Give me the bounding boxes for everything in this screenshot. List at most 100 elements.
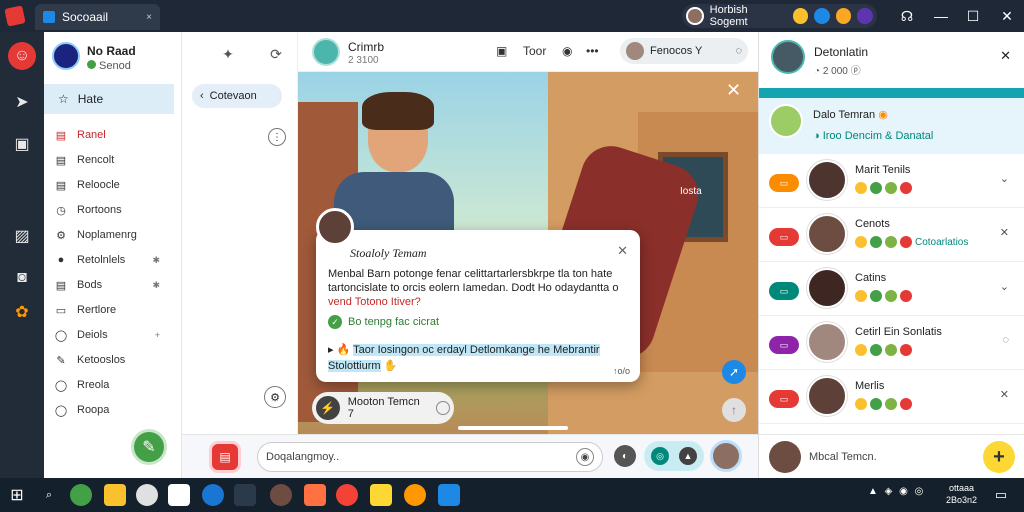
profile-name: No Raad — [87, 44, 136, 58]
contact-action-icon[interactable]: ⌄ — [1000, 172, 1009, 185]
status-dot-icon — [855, 290, 867, 302]
sidebar-item[interactable]: ▤ Reloocle — [54, 175, 172, 195]
app8-icon[interactable] — [404, 484, 426, 506]
sidebar-item[interactable]: ◷ Rortoons — [54, 200, 172, 220]
sidebar-item[interactable]: ▤ Bods ✱ — [54, 275, 172, 295]
panel-input-label[interactable]: Mbcal Temcn. — [809, 451, 877, 463]
card-more[interactable]: ↑o/o — [613, 366, 630, 376]
panel-selected-contact[interactable]: Dalo Temran ◉ ◑ Iroo Dencim & Danatal — [759, 98, 1024, 154]
app9-icon[interactable] — [438, 484, 460, 506]
maximize-button[interactable]: ☐ — [962, 6, 984, 26]
sidebar-item[interactable]: ◯ Roopa — [54, 400, 172, 420]
panel-avatar[interactable] — [771, 40, 805, 74]
contact-action-icon[interactable]: ⌄ — [1000, 280, 1009, 293]
add-button[interactable]: + — [983, 441, 1015, 473]
contact-row[interactable]: ▭ Marit Tenils ⌄ — [759, 154, 1024, 208]
sidebar-item-trail[interactable]: ✱ — [152, 255, 160, 266]
sidebar-item-trail[interactable]: ✱ — [152, 280, 160, 291]
sidebar-item-trail[interactable]: + — [155, 330, 160, 340]
video-progress-strip[interactable] — [458, 426, 568, 430]
bell-icon[interactable]: ▲ — [679, 447, 697, 465]
contact-row[interactable]: ▭ Merlis ✕ — [759, 370, 1024, 424]
send-rail-icon[interactable]: ➤ — [8, 88, 36, 116]
chart-rail-icon[interactable]: ▨ — [8, 222, 36, 250]
sidebar-item-selected[interactable]: ☆ Hate — [44, 84, 174, 114]
browser-tab[interactable]: Socoaail × — [35, 4, 160, 30]
pin-icon[interactable]: ◉ — [562, 44, 572, 58]
clock-date: 2Bo3n2 — [946, 495, 978, 505]
sidebar-item[interactable]: ⚙ Noplamenrg — [54, 225, 172, 245]
reply-chip[interactable]: ⚡ Mooton Temcn 7 — [312, 392, 454, 424]
emoji-icon[interactable]: ◉ — [576, 448, 594, 466]
headset-icon[interactable]: ☊ — [896, 6, 918, 26]
sidebar-item[interactable]: ✎ Ketooslos — [54, 350, 172, 370]
app7-icon[interactable] — [370, 484, 392, 506]
sidebar-item[interactable]: ▤ Rencolt — [54, 150, 172, 170]
contact-row[interactable]: ▭ Cetirl Ein Sonlatis ◌ — [759, 316, 1024, 370]
gift-rail-icon[interactable]: ✿ — [8, 298, 36, 326]
system-tray[interactable]: ▲ ◈ ◉ ◎ — [868, 486, 925, 497]
reply-chip-info-icon[interactable] — [436, 401, 450, 415]
app3-icon[interactable] — [168, 484, 190, 506]
right-panel: Detonlatin ◔ 2 000 ⓟ ✕ Dalo Temran ◉ ◑ I… — [758, 32, 1024, 478]
close-button[interactable]: ✕ — [996, 6, 1018, 26]
folder-icon[interactable] — [104, 484, 126, 506]
tab-close-icon[interactable]: × — [146, 12, 152, 23]
chrome-icon[interactable] — [336, 484, 358, 506]
settings-icon[interactable]: ⚙ — [264, 386, 286, 408]
sidebar-profile[interactable]: No Raad Senod — [52, 42, 172, 78]
app5-icon[interactable] — [270, 484, 292, 506]
sidebar-item[interactable]: ● Retolnlels ✱ — [54, 250, 172, 270]
edge-icon[interactable] — [202, 484, 224, 506]
contact-row[interactable]: ▭ Catins ⌄ — [759, 262, 1024, 316]
window-icon[interactable]: ▣ — [496, 44, 507, 58]
app2-icon[interactable] — [136, 484, 158, 506]
contact-avatar[interactable] — [312, 38, 340, 66]
app6-icon[interactable] — [304, 484, 326, 506]
more-icon[interactable]: ••• — [586, 44, 599, 58]
emoji-badge-icon[interactable] — [792, 8, 809, 24]
sticker-icon[interactable]: ◎ — [651, 447, 669, 465]
compose-button[interactable]: ✎ — [134, 432, 164, 462]
panel-close-icon[interactable]: ✕ — [1000, 48, 1011, 64]
contact-action-icon[interactable]: ◌ — [1002, 334, 1009, 346]
self-avatar[interactable] — [710, 440, 742, 472]
video-expand-button[interactable]: ↑ — [722, 398, 746, 422]
app1-icon[interactable] — [70, 484, 92, 506]
sidebar-item[interactable]: ▭ Rertlore — [54, 300, 172, 320]
sidebar-item[interactable]: ◯ Rreola — [54, 375, 172, 395]
attach-button[interactable]: ▤ — [212, 444, 238, 470]
selected-contact-status: ◑ Iroo Dencim & Danatal — [813, 130, 934, 142]
contact-action-icon[interactable]: ✕ — [1000, 388, 1009, 401]
contact-status — [855, 182, 912, 194]
refresh-icon[interactable]: ⟳ — [266, 44, 286, 64]
sidebar-item[interactable]: ▤ Ranel — [54, 125, 172, 145]
voice-icon[interactable]: ◐ — [614, 445, 636, 467]
minimize-button[interactable]: — — [930, 6, 952, 26]
profile-rail-icon[interactable]: ☺ — [8, 42, 36, 70]
contact-action-icon[interactable]: ✕ — [1000, 226, 1009, 239]
notification-icon[interactable]: ▭ — [990, 484, 1012, 506]
card-close-icon[interactable]: ✕ — [617, 243, 628, 259]
search-chip[interactable]: ‹ Cotevaon — [192, 84, 282, 108]
puzzle-icon[interactable]: ✦ — [218, 44, 238, 64]
clock[interactable]: ottaaa 2Bo3n2 — [946, 482, 977, 506]
user-chip[interactable]: Horbish Sogemt — [682, 4, 877, 28]
video-share-button[interactable]: ➚ — [722, 360, 746, 384]
search-icon[interactable]: ⌕ — [38, 484, 60, 506]
contact-row[interactable]: ▭ Cenots Cotoarlatios ✕ — [759, 208, 1024, 262]
call-chip[interactable]: Fenocos Y ◌ — [620, 38, 748, 64]
chat-rail-icon[interactable]: ◙ — [8, 264, 36, 292]
shield-badge-icon[interactable] — [814, 8, 830, 24]
message-input[interactable]: Doqalangmoy.. ◉ — [257, 442, 603, 472]
gem-badge-icon[interactable] — [857, 8, 874, 24]
sidebar-item[interactable]: ◯ Deiols + — [54, 325, 172, 345]
info-icon[interactable]: ⋮ — [268, 128, 286, 146]
app4-icon[interactable] — [234, 484, 256, 506]
toolbar-text[interactable]: Toor — [523, 44, 546, 58]
bag-rail-icon[interactable]: ▣ — [8, 130, 36, 158]
coin-badge-icon[interactable] — [835, 8, 852, 24]
start-icon[interactable]: ⊞ — [6, 484, 28, 506]
video-close-icon[interactable]: ✕ — [726, 80, 741, 101]
mic-icon[interactable]: ◌ — [735, 45, 742, 57]
